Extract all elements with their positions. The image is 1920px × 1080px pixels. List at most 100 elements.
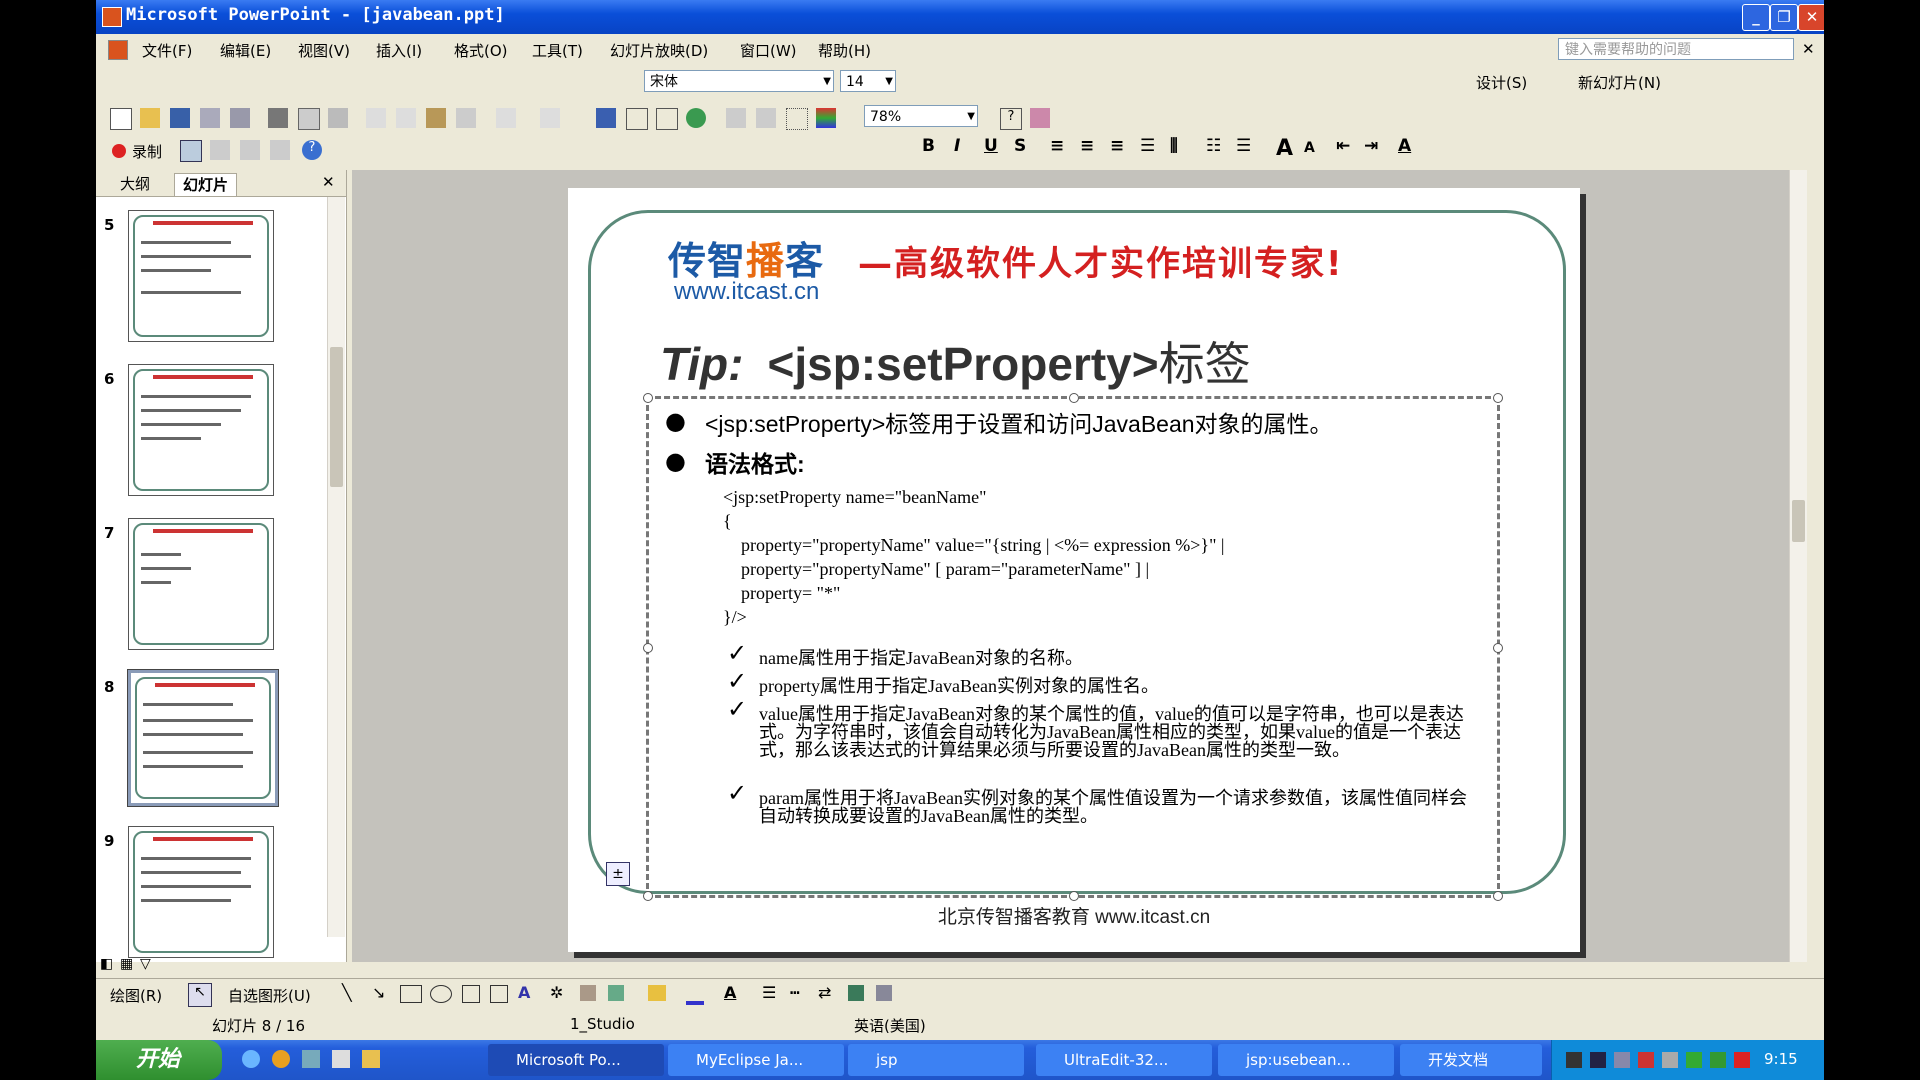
font-size-select[interactable]: 14 ▼	[840, 70, 896, 92]
paste-icon[interactable]	[426, 108, 446, 128]
tray-icon[interactable]	[1686, 1052, 1702, 1068]
resize-handle[interactable]	[1493, 643, 1503, 653]
align-center-icon[interactable]: ≡	[1080, 136, 1094, 156]
align-right-icon[interactable]: ≡	[1110, 136, 1124, 156]
task-jsp-folder[interactable]: jsp	[848, 1044, 1024, 1076]
show-formatting-icon[interactable]	[756, 108, 776, 128]
email-icon[interactable]	[230, 108, 250, 128]
new-slide-button[interactable]: 新幻灯片(N)	[1578, 72, 1661, 93]
wordart-icon[interactable]: A	[518, 983, 530, 1002]
ie-icon[interactable]	[242, 1050, 260, 1068]
line-icon[interactable]: ╲	[342, 983, 352, 1002]
zoom-select[interactable]: 78% ▼	[864, 105, 978, 127]
autoshapes-button[interactable]: 自选图形(U)	[228, 985, 311, 1006]
close-button[interactable]: ✕	[1798, 4, 1824, 31]
align-left-icon[interactable]: ≡	[1050, 136, 1064, 156]
arrow-style-icon[interactable]: ⇄	[818, 983, 831, 1002]
vertical-textbox-icon[interactable]	[490, 985, 508, 1003]
research-icon[interactable]	[1030, 108, 1050, 128]
line-color-icon[interactable]	[686, 985, 704, 1005]
bullets-icon[interactable]: ☰	[1236, 136, 1251, 156]
menu-view[interactable]: 视图(V)	[298, 40, 350, 61]
resize-handle[interactable]	[1493, 891, 1503, 901]
oval-icon[interactable]	[430, 985, 452, 1003]
expand-all-icon[interactable]	[726, 108, 746, 128]
insert-table-icon[interactable]	[626, 108, 648, 130]
menu-insert[interactable]: 插入(I)	[376, 40, 422, 61]
menu-slideshow[interactable]: 幻灯片放映(D)	[610, 40, 708, 61]
main-scrollbar[interactable]	[1789, 170, 1807, 962]
justify-icon[interactable]: ☰	[1140, 136, 1155, 156]
line-style-icon[interactable]: ☰	[762, 983, 776, 1002]
resize-handle[interactable]	[643, 393, 653, 403]
menu-help[interactable]: 帮助(H)	[818, 40, 871, 61]
task-dev-docs[interactable]: 开发文档	[1400, 1044, 1542, 1076]
quicklaunch-icon[interactable]	[272, 1050, 290, 1068]
resize-handle[interactable]	[1493, 393, 1503, 403]
resize-handle[interactable]	[1069, 393, 1079, 403]
spelling-icon[interactable]	[328, 108, 348, 128]
rectangle-icon[interactable]	[400, 985, 422, 1003]
3d-style-icon[interactable]	[876, 985, 892, 1001]
underline-icon[interactable]: U	[984, 136, 998, 156]
slide-thumbnail-8-selected[interactable]	[127, 669, 279, 807]
font-name-select[interactable]: 宋体 ▼	[644, 70, 834, 92]
font-color-icon[interactable]: A	[1398, 136, 1411, 156]
start-button[interactable]: 开始	[96, 1040, 222, 1080]
apply-icon[interactable]	[240, 140, 260, 160]
decrease-font-icon[interactable]: A	[1304, 140, 1315, 156]
copy-icon[interactable]	[396, 108, 416, 128]
distributed-icon[interactable]: ⫼	[1170, 136, 1178, 156]
show-desktop-icon[interactable]	[332, 1050, 350, 1068]
shadow-style-icon[interactable]	[848, 985, 864, 1001]
undo-icon[interactable]	[496, 108, 516, 128]
panel-scrollbar[interactable]	[327, 197, 345, 937]
minimize-button[interactable]: _	[1742, 4, 1770, 31]
menu-format[interactable]: 格式(O)	[454, 40, 508, 61]
grid-icon[interactable]	[786, 108, 808, 130]
main-scroll-thumb[interactable]	[1792, 500, 1805, 542]
slide-thumbnail-7[interactable]	[128, 518, 274, 650]
print-icon[interactable]	[268, 108, 288, 128]
dash-style-icon[interactable]: ┅	[790, 983, 800, 1002]
panel-close-icon[interactable]: ✕	[322, 173, 335, 191]
design-button[interactable]: 设计(S)	[1476, 72, 1527, 93]
tray-icon[interactable]	[1710, 1052, 1726, 1068]
cut-icon[interactable]	[366, 108, 386, 128]
volume-icon[interactable]	[1662, 1052, 1678, 1068]
print-preview-icon[interactable]	[298, 108, 320, 130]
select-pointer-icon[interactable]: ↖	[188, 983, 212, 1007]
help-search-input[interactable]: 键入需要帮助的问题	[1558, 38, 1794, 60]
help-icon[interactable]: ?	[1000, 108, 1022, 130]
task-powerpoint[interactable]: Microsoft Po...	[488, 1044, 664, 1076]
task-jsp-usebean[interactable]: jsp:usebean...	[1218, 1044, 1394, 1076]
panel-scroll-thumb[interactable]	[330, 347, 343, 487]
numbering-icon[interactable]: ☷	[1206, 136, 1221, 156]
tab-outline[interactable]: 大纲	[112, 173, 158, 195]
tray-icon[interactable]	[1638, 1052, 1654, 1068]
slide-thumbnail-5[interactable]	[128, 210, 274, 342]
markup-icon[interactable]	[180, 140, 202, 162]
normal-view-icon[interactable]: ◧	[100, 956, 113, 972]
doc-close-icon[interactable]: ✕	[1802, 40, 1815, 58]
autofit-options-icon[interactable]: ±	[606, 862, 630, 886]
insert-chart-icon[interactable]	[596, 108, 616, 128]
slide-title[interactable]: Tip: <jsp:setProperty>标签	[660, 328, 1251, 394]
menu-tools[interactable]: 工具(T)	[532, 40, 583, 61]
draw-font-color-icon[interactable]: A	[724, 983, 736, 1002]
fill-color-icon[interactable]	[648, 985, 666, 1001]
italic-icon[interactable]: I	[954, 136, 960, 156]
diagram-icon[interactable]: ✲	[550, 983, 563, 1002]
increase-indent-icon[interactable]: ⇥	[1364, 136, 1378, 156]
quicklaunch-icon[interactable]	[302, 1050, 320, 1068]
document-icon[interactable]	[108, 40, 128, 60]
menu-window[interactable]: 窗口(W)	[740, 40, 797, 61]
tray-icon[interactable]	[1566, 1052, 1582, 1068]
restore-button[interactable]: ❐	[1770, 4, 1798, 31]
draw-menu-button[interactable]: 绘图(R)	[110, 985, 162, 1006]
tray-icon[interactable]	[1614, 1052, 1630, 1068]
resize-handle[interactable]	[643, 643, 653, 653]
slide-thumbnail-6[interactable]	[128, 364, 274, 496]
textbox-icon[interactable]	[462, 985, 480, 1003]
redo-icon[interactable]	[540, 108, 560, 128]
